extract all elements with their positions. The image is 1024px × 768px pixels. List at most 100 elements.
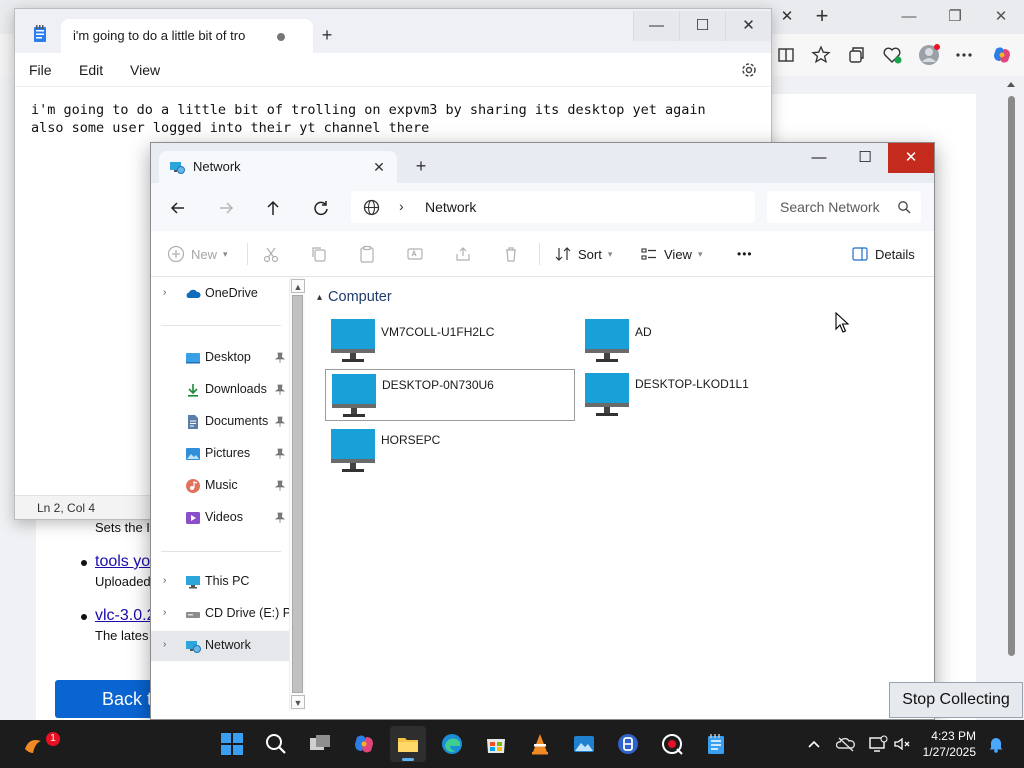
- web-link-vlc[interactable]: vlc-3.0.2: [95, 607, 155, 625]
- task-view-icon[interactable]: [302, 726, 338, 762]
- notepad-maximize-button[interactable]: ☐: [679, 11, 725, 41]
- more-options-icon[interactable]: [950, 41, 978, 69]
- explorer-add-tab-button[interactable]: +: [409, 155, 433, 179]
- network-computer-item[interactable]: HORSEPC: [325, 425, 575, 477]
- copy-icon[interactable]: [310, 243, 328, 265]
- notepad-add-tab-button[interactable]: +: [315, 23, 339, 47]
- browser-new-tab-button[interactable]: +: [808, 4, 836, 30]
- scroll-down-icon[interactable]: ▼: [291, 695, 305, 709]
- breadcrumb-chevron-icon[interactable]: ›: [399, 198, 404, 214]
- browser-close-button[interactable]: ✕: [978, 2, 1024, 32]
- share-icon[interactable]: [454, 243, 472, 265]
- nav-item-downloads[interactable]: Downloads: [151, 375, 289, 405]
- network-status-icon[interactable]: [868, 734, 888, 754]
- delete-icon[interactable]: [502, 243, 520, 265]
- forward-arrow-icon[interactable]: [213, 195, 239, 221]
- vpn-shield-icon[interactable]: [610, 726, 646, 762]
- search-input[interactable]: Search Network: [767, 191, 921, 223]
- browser-scrollbar[interactable]: [1004, 78, 1018, 678]
- chevron-right-icon[interactable]: ›: [163, 287, 166, 298]
- breadcrumb-network[interactable]: Network: [425, 199, 476, 215]
- unsaved-indicator-icon[interactable]: [277, 33, 285, 41]
- back-arrow-icon[interactable]: [165, 195, 191, 221]
- nav-pane-scrollbar[interactable]: ▲ ▼: [289, 277, 305, 711]
- chevron-right-icon[interactable]: ›: [163, 607, 166, 618]
- collections-icon[interactable]: [842, 41, 870, 69]
- explorer-titlebar[interactable]: Network ✕ + — ☐ ✕: [151, 143, 934, 183]
- network-computer-item[interactable]: VM7COLL-U1FH2LC: [325, 317, 575, 369]
- pin-icon[interactable]: [275, 512, 285, 524]
- notepad-taskbar-icon[interactable]: [698, 726, 734, 762]
- scroll-up-icon[interactable]: ▲: [291, 279, 305, 293]
- pin-icon[interactable]: [275, 480, 285, 492]
- browser-tab-close-button[interactable]: ✕: [776, 6, 798, 28]
- profile-avatar-icon[interactable]: [915, 41, 943, 69]
- screen-recorder-icon[interactable]: [654, 726, 690, 762]
- file-explorer-taskbar-icon[interactable]: [390, 726, 426, 762]
- explorer-close-button[interactable]: ✕: [888, 143, 934, 173]
- collapse-chevron-icon[interactable]: ▴: [317, 292, 322, 303]
- network-computer-item[interactable]: DESKTOP-0N730U6: [325, 369, 575, 421]
- menu-edit[interactable]: Edit: [79, 62, 103, 78]
- split-screen-icon[interactable]: [772, 41, 800, 69]
- up-arrow-icon[interactable]: [260, 195, 286, 221]
- stop-collecting-button[interactable]: Stop Collecting: [889, 682, 1023, 718]
- explorer-tab-close-button[interactable]: ✕: [369, 157, 389, 177]
- explorer-maximize-button[interactable]: ☐: [842, 143, 888, 173]
- nav-item-this-pc[interactable]: › This PC: [151, 567, 289, 597]
- browser-minimize-button[interactable]: —: [886, 2, 932, 32]
- nav-item-documents[interactable]: Documents: [151, 407, 289, 437]
- see-more-button[interactable]: •••: [737, 243, 753, 265]
- network-computer-item[interactable]: DESKTOP-LKOD1L1: [579, 369, 829, 421]
- notepad-minimize-button[interactable]: —: [633, 11, 679, 41]
- microsoft-store-icon[interactable]: [478, 726, 514, 762]
- paste-icon[interactable]: [358, 243, 376, 265]
- copilot-icon[interactable]: [988, 41, 1016, 69]
- nav-item-videos[interactable]: Videos: [151, 503, 289, 533]
- network-computer-item[interactable]: AD: [579, 317, 829, 369]
- favorites-star-icon[interactable]: [807, 41, 835, 69]
- notepad-text-area[interactable]: i'm going to do a little bit of trolling…: [31, 101, 751, 137]
- chevron-right-icon[interactable]: ›: [163, 639, 166, 650]
- taskbar-clock[interactable]: 4:23 PM 1/27/2025: [914, 728, 976, 760]
- browser-restore-button[interactable]: ❐: [932, 2, 978, 32]
- file-list-area[interactable]: ▴ Computer VM7COLL-U1FH2LC AD DESKTOP-0N…: [307, 277, 934, 719]
- address-bar[interactable]: › Network: [351, 191, 755, 223]
- notepad-tab[interactable]: i'm going to do a little bit of tro: [61, 19, 313, 53]
- group-header-computer[interactable]: ▴ Computer: [317, 289, 392, 305]
- pin-icon[interactable]: [275, 416, 285, 428]
- vlc-player-icon[interactable]: [522, 726, 558, 762]
- browser-essentials-icon[interactable]: [878, 41, 906, 69]
- refresh-icon[interactable]: [308, 195, 334, 221]
- menu-view[interactable]: View: [130, 62, 160, 78]
- notification-bell-icon[interactable]: [986, 734, 1006, 754]
- sort-button[interactable]: Sort ▾: [554, 243, 612, 265]
- photos-icon[interactable]: [566, 726, 602, 762]
- browser-scroll-thumb[interactable]: [1008, 96, 1015, 656]
- nav-scroll-thumb[interactable]: [292, 295, 303, 693]
- pin-icon[interactable]: [275, 448, 285, 460]
- start-button[interactable]: [214, 726, 250, 762]
- nav-item-pictures[interactable]: Pictures: [151, 439, 289, 469]
- nav-item-network[interactable]: › Network: [151, 631, 289, 661]
- search-icon[interactable]: [258, 726, 294, 762]
- explorer-minimize-button[interactable]: —: [796, 143, 842, 173]
- menu-file[interactable]: File: [29, 62, 52, 78]
- rename-icon[interactable]: [406, 243, 424, 265]
- nav-item-music[interactable]: Music: [151, 471, 289, 501]
- notepad-titlebar[interactable]: i'm going to do a little bit of tro + — …: [15, 9, 771, 53]
- pin-icon[interactable]: [275, 352, 285, 364]
- explorer-tab[interactable]: Network ✕: [159, 151, 397, 183]
- pin-icon[interactable]: [275, 384, 285, 396]
- nav-item-desktop[interactable]: Desktop: [151, 343, 289, 373]
- notepad-close-button[interactable]: ✕: [725, 11, 771, 41]
- new-button[interactable]: New ▾: [167, 243, 228, 265]
- cut-icon[interactable]: [262, 243, 280, 265]
- details-button[interactable]: Details: [851, 243, 915, 265]
- view-button[interactable]: View ▾: [640, 243, 702, 265]
- onedrive-offline-icon[interactable]: [836, 734, 856, 754]
- widgets-weather-icon[interactable]: 1: [14, 726, 60, 762]
- chevron-up-icon[interactable]: [804, 734, 824, 754]
- chevron-right-icon[interactable]: ›: [163, 575, 166, 586]
- copilot-icon[interactable]: [346, 726, 382, 762]
